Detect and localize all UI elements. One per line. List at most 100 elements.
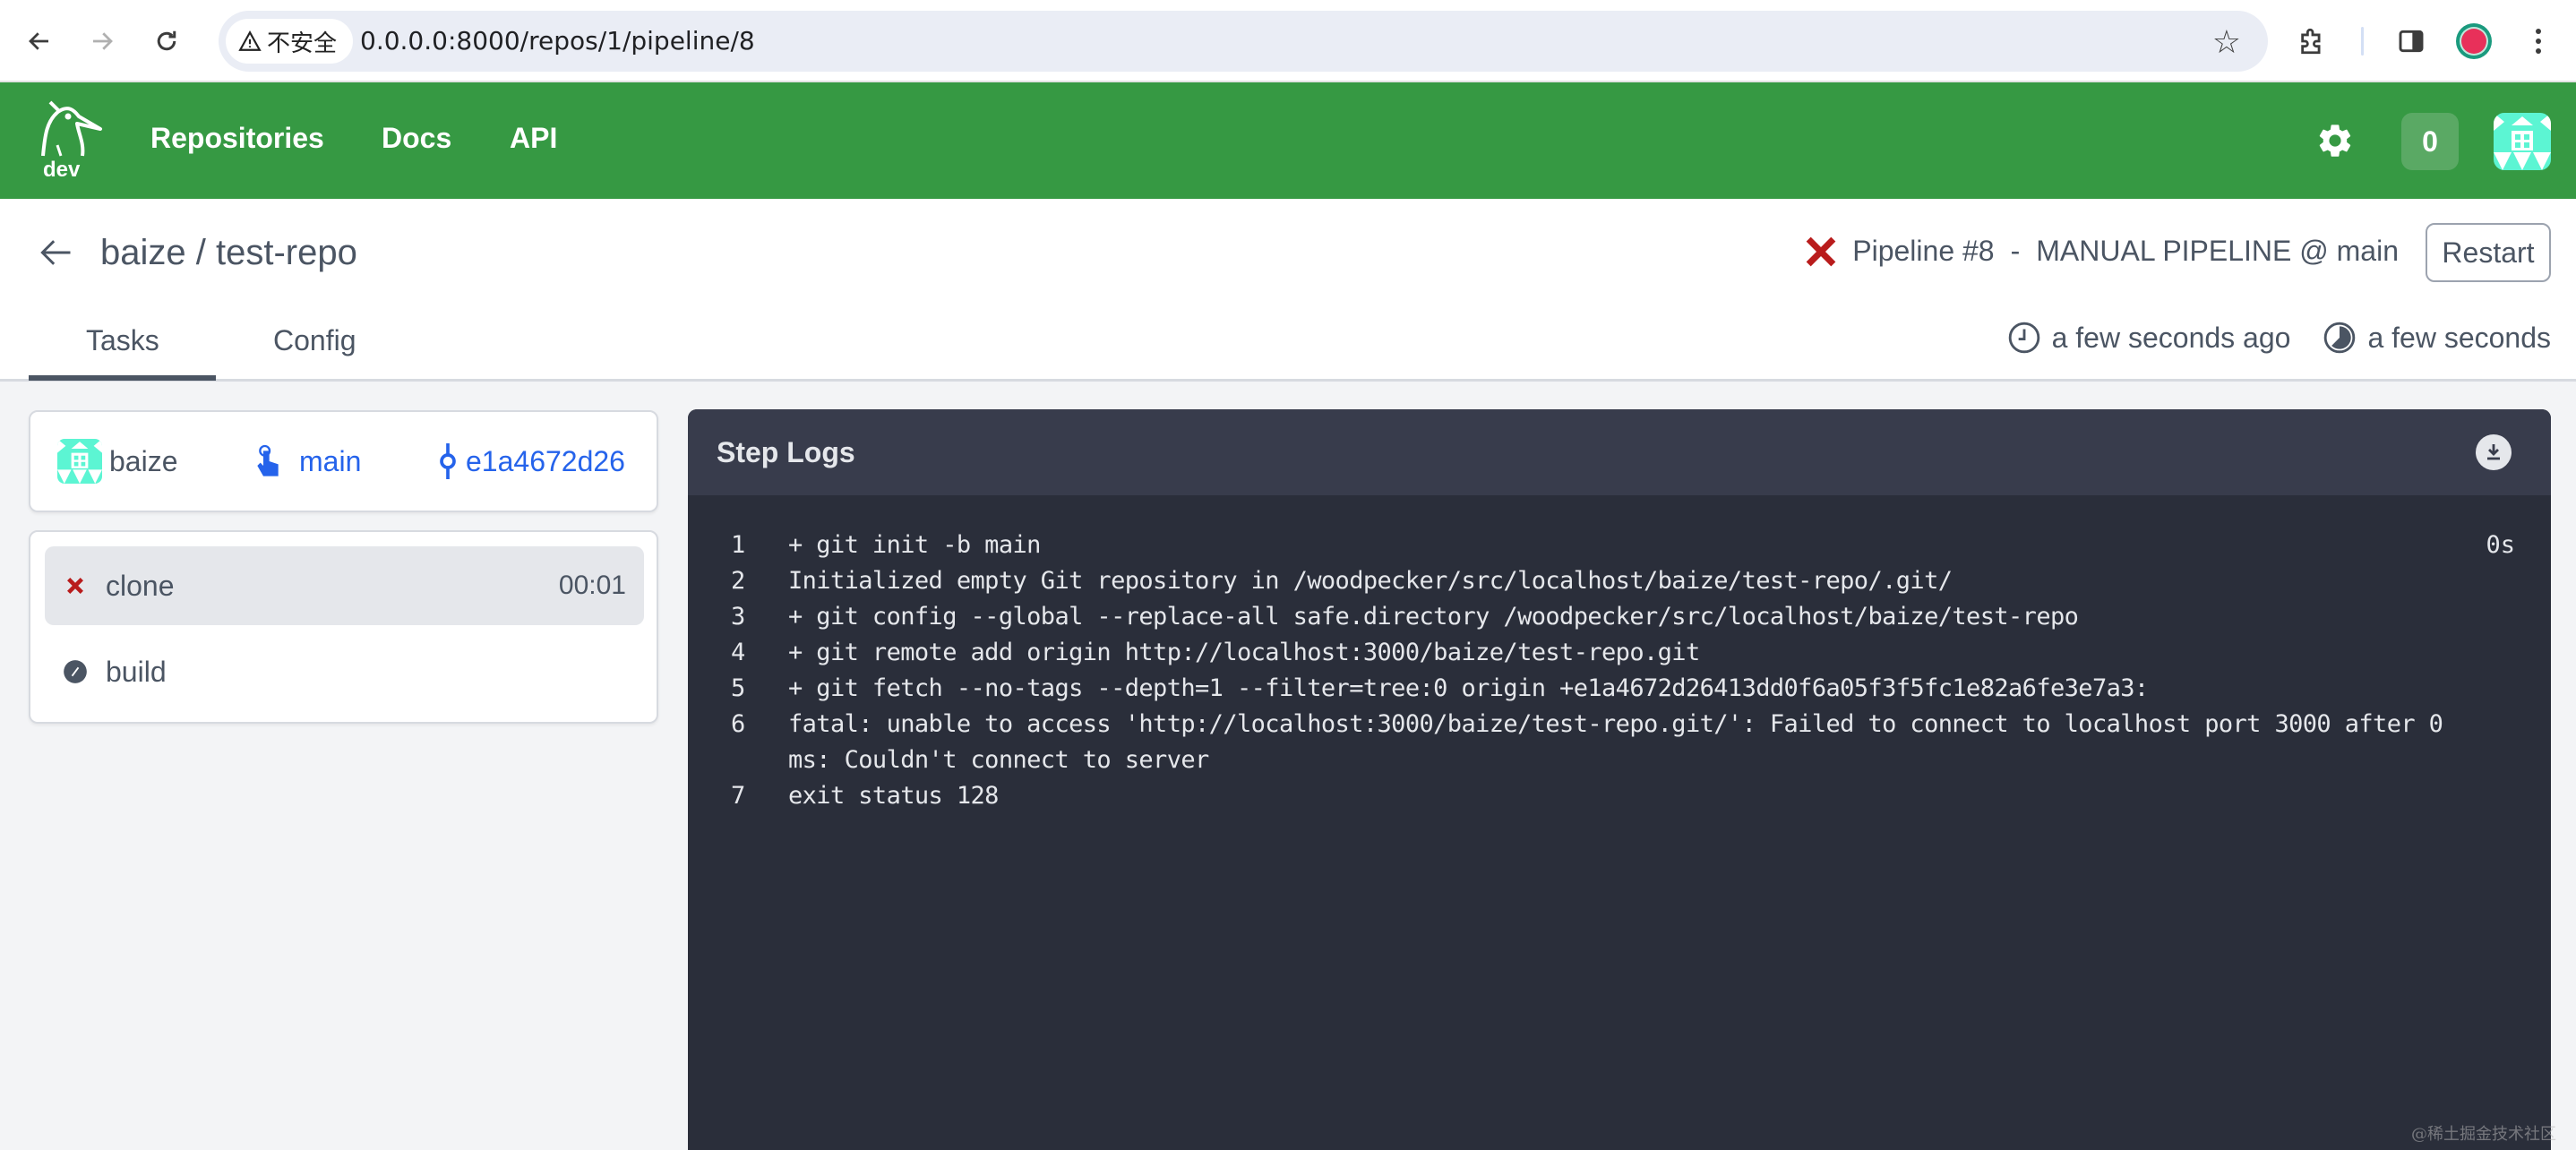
pipeline-separator: - xyxy=(2010,235,2021,267)
browser-reload-button[interactable] xyxy=(145,20,188,63)
author-name: baize xyxy=(109,444,178,477)
app-navbar: dev Repositories Docs API 0 xyxy=(0,82,2576,199)
arrow-left-icon xyxy=(40,240,71,265)
reload-icon xyxy=(157,30,176,51)
profile-button[interactable] xyxy=(2452,20,2495,63)
side-panel-icon xyxy=(2399,30,2424,53)
log-line: 2 Initialized empty Git repository in /wo… xyxy=(688,563,2551,599)
timer-icon xyxy=(2324,322,2356,354)
log-line-text: fatal: unable to access 'http://localhos… xyxy=(788,710,2457,774)
download-icon xyxy=(2487,444,2500,460)
step-duration: 00:01 xyxy=(558,571,626,600)
back-button[interactable] xyxy=(36,233,75,272)
log-line-text: + git remote add origin http://localhost… xyxy=(788,639,1700,666)
clock-icon xyxy=(2008,322,2039,354)
pipeline-info-card: baize main e1a4672d26 xyxy=(29,410,658,512)
log-line-number[interactable]: 1 xyxy=(688,528,788,563)
browser-toolbar: 不安全 0.0.0.0:8000/repos/1/pipeline/8 ☆ xyxy=(0,0,2576,82)
settings-button[interactable] xyxy=(2315,121,2355,160)
skipped-icon xyxy=(63,659,88,684)
warning-icon xyxy=(238,30,262,51)
log-line-text: + git config --global --replace-all safe… xyxy=(788,603,2079,631)
security-indicator[interactable]: 不安全 xyxy=(226,19,354,64)
log-line-text: Initialized empty Git repository in /woo… xyxy=(788,567,1953,595)
url-text[interactable]: 0.0.0.0:8000/repos/1/pipeline/8 xyxy=(360,11,755,72)
extensions-button[interactable] xyxy=(2291,20,2334,63)
step-build[interactable]: build xyxy=(45,632,644,711)
steps-list: clone 00:01 build xyxy=(29,530,658,724)
security-label: 不安全 xyxy=(267,29,338,56)
arrow-right-icon xyxy=(93,32,113,50)
repo-title[interactable]: baize / test-repo xyxy=(100,233,357,273)
more-vertical-icon xyxy=(2536,29,2541,54)
log-line-number[interactable]: 3 xyxy=(688,599,788,635)
active-tab-indicator xyxy=(29,375,216,381)
author-avatar xyxy=(57,439,102,484)
pipeline-meta: a few seconds ago a few seconds xyxy=(2007,321,2551,355)
user-avatar[interactable] xyxy=(2494,113,2551,170)
log-line-number[interactable]: 2 xyxy=(688,563,788,599)
commit-icon xyxy=(440,443,456,479)
failure-x-icon xyxy=(63,573,88,598)
address-bar[interactable]: 不安全 0.0.0.0:8000/repos/1/pipeline/8 ☆ xyxy=(219,11,2268,72)
log-line: 1 + git init -b main 0s xyxy=(688,528,2551,563)
gear-icon xyxy=(2319,124,2351,157)
notification-count-badge[interactable]: 0 xyxy=(2401,113,2459,170)
log-line-text: exit status 128 xyxy=(788,782,999,810)
duration: a few seconds xyxy=(2323,321,2551,355)
restart-button[interactable]: Restart xyxy=(2426,223,2551,282)
step-logs-panel: Step Logs 1 + git init -b main 0s 2 Initiali… xyxy=(688,409,2551,1150)
puzzle-icon xyxy=(2301,28,2321,55)
branch-link[interactable]: main xyxy=(253,412,361,511)
duration-text: a few seconds xyxy=(2367,321,2551,354)
log-line-number[interactable]: 6 xyxy=(688,707,788,778)
nav-link-docs[interactable]: Docs xyxy=(382,122,451,155)
log-line: 5 + git fetch --no-tags --depth=1 --filte… xyxy=(688,671,2551,707)
step-name: clone xyxy=(106,569,175,602)
tab-tasks[interactable]: Tasks xyxy=(86,324,159,357)
log-line-number[interactable]: 7 xyxy=(688,778,788,814)
browser-menu-button[interactable] xyxy=(2517,20,2560,63)
step-name: build xyxy=(106,655,167,688)
log-line: 6 fatal: unable to access 'http://localho… xyxy=(688,707,2551,778)
pipeline-header: baize / test-repo Pipeline #8 - MANUAL P… xyxy=(0,199,2576,382)
download-logs-button[interactable] xyxy=(2476,434,2512,470)
commit-link[interactable]: e1a4672d26 xyxy=(437,412,625,511)
profile-avatar-icon xyxy=(2456,23,2492,59)
author: baize xyxy=(57,412,178,511)
log-line-number[interactable]: 4 xyxy=(688,635,788,671)
arrow-left-icon xyxy=(29,32,48,50)
created-time: a few seconds ago xyxy=(2007,321,2291,355)
identicon-avatar-icon xyxy=(57,439,102,484)
step-logs-header: Step Logs xyxy=(688,409,2551,495)
pipeline-event: MANUAL PIPELINE @ main xyxy=(2036,235,2399,267)
created-time-text: a few seconds ago xyxy=(2051,321,2291,354)
toolbar-separator xyxy=(2361,27,2364,56)
log-output: 1 + git init -b main 0s 2 Initialized empty … xyxy=(688,495,2551,814)
log-line-text: + git fetch --no-tags --depth=1 --filter… xyxy=(788,674,2149,702)
commit-sha[interactable]: e1a4672d26 xyxy=(466,445,625,478)
log-line-number[interactable]: 5 xyxy=(688,671,788,707)
log-line: 3 + git config --global --replace-all saf… xyxy=(688,599,2551,635)
branch-name[interactable]: main xyxy=(299,445,361,478)
log-line-time: 0s xyxy=(2486,531,2515,559)
hand-pointer-icon xyxy=(257,444,279,476)
nav-link-api[interactable]: API xyxy=(510,122,557,155)
identicon-avatar-icon xyxy=(2494,113,2551,170)
bookmark-star-icon[interactable]: ☆ xyxy=(2212,23,2241,61)
side-panel-button[interactable] xyxy=(2390,20,2433,63)
browser-back-button[interactable] xyxy=(18,20,61,63)
woodpecker-logo-icon xyxy=(41,100,102,157)
browser-forward-button[interactable] xyxy=(81,20,124,63)
failure-x-icon xyxy=(1806,236,1836,266)
tab-config[interactable]: Config xyxy=(273,324,356,357)
log-line-text: + git init -b main xyxy=(788,531,1041,559)
watermark: @稀土掘金技术社区 xyxy=(2411,1125,2556,1144)
step-clone[interactable]: clone 00:01 xyxy=(45,546,644,625)
logo-label: dev xyxy=(43,158,81,182)
log-line: 7 exit status 128 xyxy=(688,778,2551,814)
step-logs-title: Step Logs xyxy=(717,436,855,468)
pipeline-number: Pipeline #8 xyxy=(1852,235,1995,267)
nav-link-repositories[interactable]: Repositories xyxy=(150,122,324,155)
log-line: 4 + git remote add origin http://localhos… xyxy=(688,635,2551,671)
